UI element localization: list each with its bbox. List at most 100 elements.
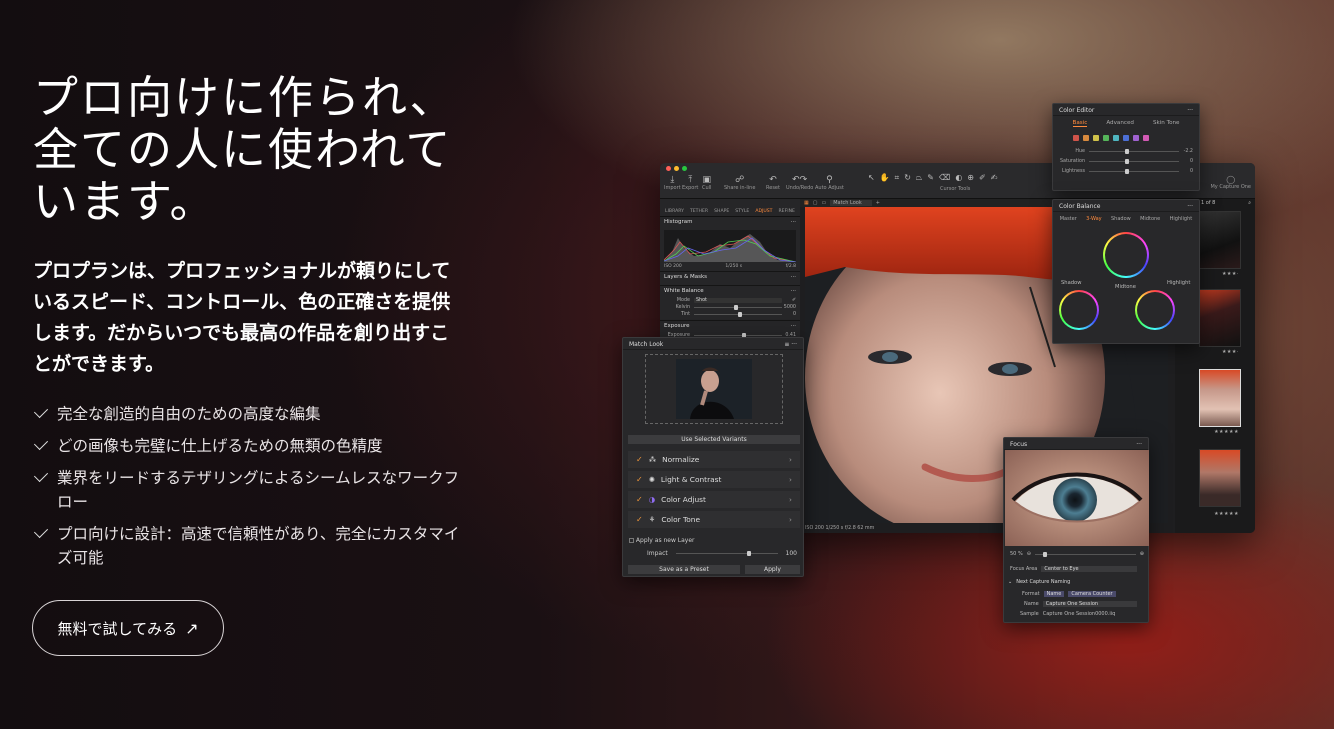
- checkbox-checked-icon[interactable]: ✓: [636, 515, 643, 524]
- undo-redo-button[interactable]: ↶↷ Undo/Redo: [786, 175, 813, 191]
- swatch-cyan[interactable]: [1113, 135, 1119, 141]
- shadow-wheel[interactable]: [1059, 290, 1099, 330]
- saturation-slider[interactable]: [1089, 159, 1179, 164]
- share-button[interactable]: ☍ Share in-line: [724, 175, 755, 191]
- color-tone-option[interactable]: ✓ ⚘ Color Tone ›: [628, 511, 800, 528]
- slider-knob[interactable]: [738, 312, 742, 317]
- thumbnail[interactable]: [1199, 211, 1241, 269]
- layers-section[interactable]: Layers & Masks ···: [660, 272, 800, 286]
- swatch-red[interactable]: [1073, 135, 1079, 141]
- slider-knob[interactable]: [733, 305, 738, 310]
- chevron-right-icon[interactable]: ›: [789, 475, 792, 484]
- keystone-icon[interactable]: ⏢: [916, 173, 922, 183]
- apply-button[interactable]: Apply: [745, 565, 800, 574]
- name-field[interactable]: Capture One Session: [1042, 601, 1137, 607]
- checkbox-checked-icon[interactable]: ✓: [636, 475, 643, 484]
- viewer-dropdown[interactable]: Match Look: [830, 200, 872, 206]
- tab-refine[interactable]: REFINE: [778, 209, 794, 214]
- import-button[interactable]: ⤓ Import: [664, 175, 681, 191]
- grid-view-icon[interactable]: ▦: [804, 200, 809, 206]
- zoom-slider[interactable]: [1034, 551, 1136, 557]
- pan-icon[interactable]: ✋: [880, 173, 890, 183]
- auto-adjust-button[interactable]: ⚲ Auto Adjust: [815, 175, 844, 191]
- cursor-tools[interactable]: ↖ ✋ ⌗ ↻ ⏢ ✎ ⌫ ◐ ⊕ ✐ ✍: [868, 173, 997, 183]
- zoom-in-icon[interactable]: ⊕: [1140, 551, 1144, 557]
- slider-knob[interactable]: [1042, 551, 1047, 557]
- more-icon[interactable]: ···: [791, 288, 796, 297]
- checkbox-checked-icon[interactable]: ✓: [636, 455, 643, 464]
- slider-knob[interactable]: [1125, 149, 1129, 154]
- reference-drop-zone[interactable]: [645, 354, 783, 424]
- more-icon[interactable]: ···: [1187, 107, 1193, 114]
- export-button[interactable]: ⤒ Export: [682, 175, 698, 191]
- swatch-magenta[interactable]: [1143, 135, 1149, 141]
- picker-icon[interactable]: ⊕: [967, 173, 974, 183]
- tint-slider[interactable]: [694, 312, 782, 317]
- slider-knob[interactable]: [747, 551, 751, 556]
- hue-slider[interactable]: [1089, 149, 1179, 154]
- annotate-icon[interactable]: ✍: [991, 173, 998, 183]
- tab-skin-tone[interactable]: Skin Tone: [1153, 120, 1180, 127]
- thumbnail-selected[interactable]: [1199, 369, 1241, 427]
- kelvin-slider[interactable]: [694, 305, 782, 310]
- single-view-icon[interactable]: ▢: [813, 200, 818, 206]
- free-trial-button[interactable]: 無料で試してみる ↗: [32, 600, 224, 656]
- tab-shadow[interactable]: Shadow: [1111, 216, 1131, 222]
- close-window-icon[interactable]: [666, 166, 671, 171]
- tab-highlight[interactable]: Highlight: [1170, 216, 1193, 222]
- checkbox-checked-icon[interactable]: ✓: [636, 495, 643, 504]
- compare-view-icon[interactable]: ▭: [821, 200, 826, 206]
- wb-mode-select[interactable]: Shot: [694, 298, 782, 303]
- thumbnail-rating[interactable]: ★★★·: [1222, 271, 1239, 277]
- zoom-out-icon[interactable]: ⊖: [1027, 551, 1031, 557]
- tab-style[interactable]: STYLE: [735, 209, 749, 214]
- tab-basic[interactable]: Basic: [1072, 120, 1088, 127]
- zoom-window-icon[interactable]: [682, 166, 687, 171]
- tab-midtone[interactable]: Midtone: [1140, 216, 1160, 222]
- checkbox-icon[interactable]: [629, 538, 634, 543]
- apply-new-layer-option[interactable]: Apply as new Layer: [629, 537, 695, 544]
- swatch-yellow[interactable]: [1093, 135, 1099, 141]
- light-contrast-option[interactable]: ✓ ✺ Light & Contrast ›: [628, 471, 800, 488]
- exposure-slider[interactable]: [694, 333, 782, 338]
- swatch-blue[interactable]: [1123, 135, 1129, 141]
- chevron-right-icon[interactable]: ›: [789, 495, 792, 504]
- save-preset-button[interactable]: Save as a Preset: [628, 565, 740, 574]
- swatch-orange[interactable]: [1083, 135, 1089, 141]
- crop-icon[interactable]: ⌗: [895, 173, 900, 183]
- rotate-icon[interactable]: ↻: [904, 173, 911, 183]
- wb-picker-icon[interactable]: ✐: [979, 173, 986, 183]
- swatch-purple[interactable]: [1133, 135, 1139, 141]
- gradient-icon[interactable]: ◐: [955, 173, 962, 183]
- slider-knob[interactable]: [1125, 159, 1129, 164]
- minimize-window-icon[interactable]: [674, 166, 679, 171]
- swatch-green[interactable]: [1103, 135, 1109, 141]
- thumbnail[interactable]: [1199, 289, 1241, 347]
- highlight-wheel[interactable]: [1135, 290, 1175, 330]
- tab-shape[interactable]: SHAPE: [714, 209, 729, 214]
- thumbnail-rating[interactable]: ★★★★★: [1214, 429, 1239, 435]
- add-icon[interactable]: +: [876, 200, 880, 206]
- color-adjust-option[interactable]: ✓ ◑ Color Adjust ›: [628, 491, 800, 508]
- tab-3-way[interactable]: 3-Way: [1086, 216, 1101, 222]
- tab-library[interactable]: LIBRARY: [665, 209, 684, 214]
- eraser-icon[interactable]: ⌫: [939, 173, 950, 183]
- more-icon[interactable]: ≡ ···: [784, 341, 797, 348]
- more-icon[interactable]: ···: [791, 323, 796, 332]
- capture-naming-header[interactable]: ⌄ Next Capture Naming: [1008, 579, 1070, 585]
- picker-icon[interactable]: ✐: [782, 298, 796, 303]
- account-button[interactable]: ◯ My Capture One: [1210, 175, 1251, 190]
- format-token[interactable]: Name: [1043, 591, 1065, 597]
- pointer-icon[interactable]: ↖: [868, 173, 875, 183]
- slider-knob[interactable]: [1125, 169, 1129, 174]
- midtone-wheel[interactable]: [1103, 232, 1149, 278]
- tab-advanced[interactable]: Advanced: [1106, 120, 1134, 127]
- lightness-slider[interactable]: [1089, 169, 1179, 174]
- more-icon[interactable]: ···: [791, 274, 796, 283]
- more-icon[interactable]: ···: [1136, 441, 1142, 448]
- cull-button[interactable]: ▣ Cull: [702, 175, 711, 191]
- more-icon[interactable]: ···: [1187, 203, 1193, 210]
- impact-slider[interactable]: [675, 551, 778, 556]
- format-token[interactable]: Camera Counter: [1068, 591, 1116, 597]
- tab-adjust[interactable]: ADJUST: [755, 209, 772, 214]
